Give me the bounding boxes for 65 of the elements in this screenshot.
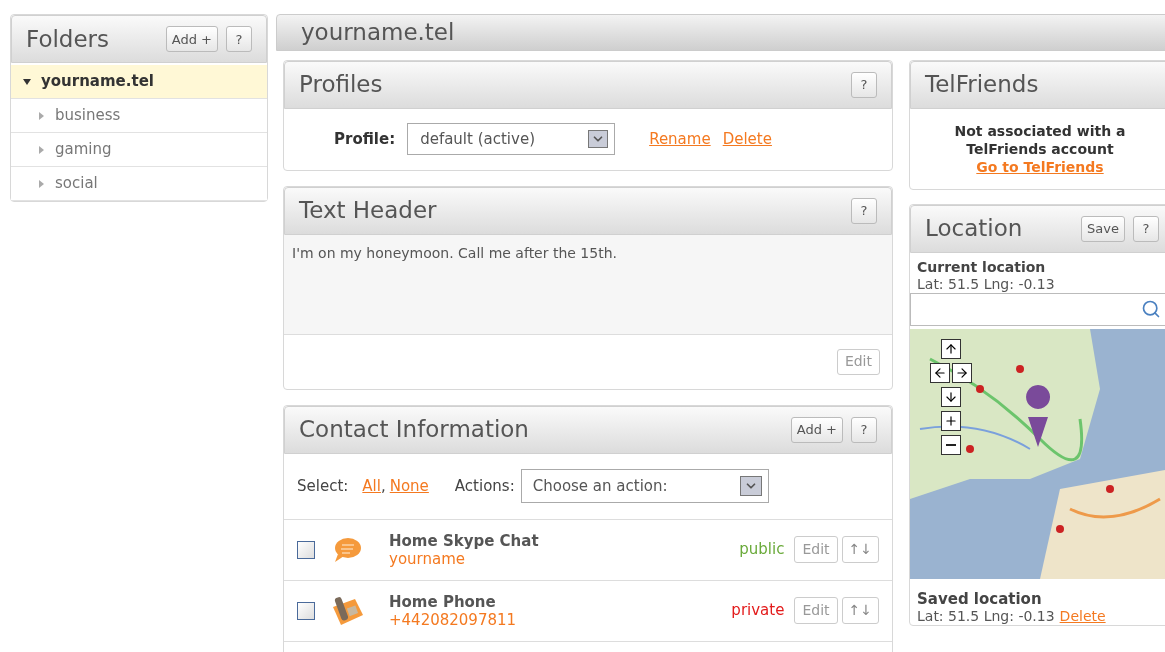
pan-left-button[interactable] <box>930 362 950 383</box>
pan-down-button[interactable] <box>941 386 961 407</box>
help-button[interactable]: ? <box>851 71 877 98</box>
left-arrow-icon <box>933 365 947 380</box>
contact-value: +442082097811 <box>389 610 517 629</box>
location-search-field[interactable] <box>910 292 1165 326</box>
page-title: yourname.tel <box>301 18 455 47</box>
add-button[interactable]: Add + <box>165 26 218 52</box>
current-location-title: Current location <box>916 258 1047 276</box>
expanded-triangle-icon[interactable] <box>23 77 31 86</box>
add-button[interactable]: Add + <box>790 416 843 443</box>
contact-name: Home Skype Chat <box>389 531 539 550</box>
help-button[interactable]: ? <box>851 416 877 443</box>
zoom-in-button[interactable] <box>941 410 961 431</box>
save-button[interactable]: Save <box>1081 215 1125 242</box>
visibility-label: public <box>739 539 785 561</box>
folder-label: social <box>55 173 98 195</box>
select-link[interactable]: All <box>362 474 381 498</box>
folder-item[interactable]: yourname.tel <box>11 65 267 99</box>
pan-right-button[interactable] <box>952 362 972 383</box>
text-header-field[interactable]: I'm on my honeymoon. Call me after the 15th. <box>284 234 892 335</box>
right-arrow-icon <box>955 365 969 380</box>
panel-title: Profiles <box>299 70 383 100</box>
telfriends-link[interactable]: Go to TelFriends <box>976 157 1104 176</box>
minus-icon <box>946 443 956 446</box>
folder-label: business <box>55 105 121 127</box>
panel-title: TelFriends <box>925 70 1039 100</box>
actions-label: Actions: <box>454 475 515 497</box>
visibility-label: private <box>731 600 785 622</box>
edit-button[interactable]: Edit <box>794 597 838 624</box>
delete-link[interactable]: Delete <box>1059 607 1106 625</box>
folder-label: gaming <box>55 139 112 161</box>
zoom-out-button[interactable] <box>941 434 961 455</box>
telfriends-message: Not associated with a TelFriends account <box>953 121 1127 158</box>
saved-location-title: Saved location <box>917 590 1043 608</box>
help-button[interactable]: ? <box>226 26 252 52</box>
current-coordinates: Lat: 51.5 Lng: -0.13 <box>916 275 1056 293</box>
profile-label: Profile: <box>334 128 396 150</box>
panel-title: Text Header <box>299 196 437 226</box>
pan-up-button[interactable] <box>941 338 961 359</box>
speech-bubble-icon <box>332 536 362 563</box>
actions-dropdown[interactable]: Choose an action: <box>520 469 769 503</box>
profile-link[interactable]: Rename <box>649 127 711 151</box>
reorder-button[interactable]: ↑↓ <box>841 536 879 563</box>
panel-title: Location <box>925 214 1023 244</box>
search-icon <box>1141 299 1161 319</box>
help-button[interactable]: ? <box>1133 215 1159 242</box>
profile-link[interactable]: Delete <box>722 127 772 151</box>
contact-checkbox[interactable] <box>297 601 315 620</box>
select-link[interactable]: None <box>389 474 429 498</box>
contact-name: Home Phone <box>389 592 497 611</box>
saved-coordinates: Lat: 51.5 Lng: -0.13 <box>917 607 1055 625</box>
select-label: Select: <box>297 475 349 497</box>
contact-value: yourname <box>389 549 466 568</box>
edit-button[interactable]: Edit <box>794 536 838 563</box>
comma-separator: , <box>380 475 386 497</box>
panel-title: Contact Information <box>299 415 529 445</box>
folder-label: yourname.tel <box>41 71 154 93</box>
contact-checkbox[interactable] <box>297 540 315 559</box>
help-button[interactable]: ? <box>851 197 877 224</box>
edit-button[interactable]: Edit <box>836 348 880 375</box>
panel-title: Folders <box>26 24 110 54</box>
plus-icon <box>944 413 958 428</box>
reorder-button[interactable]: ↑↓ <box>841 597 879 624</box>
profile-dropdown[interactable]: default (active) <box>407 123 616 155</box>
